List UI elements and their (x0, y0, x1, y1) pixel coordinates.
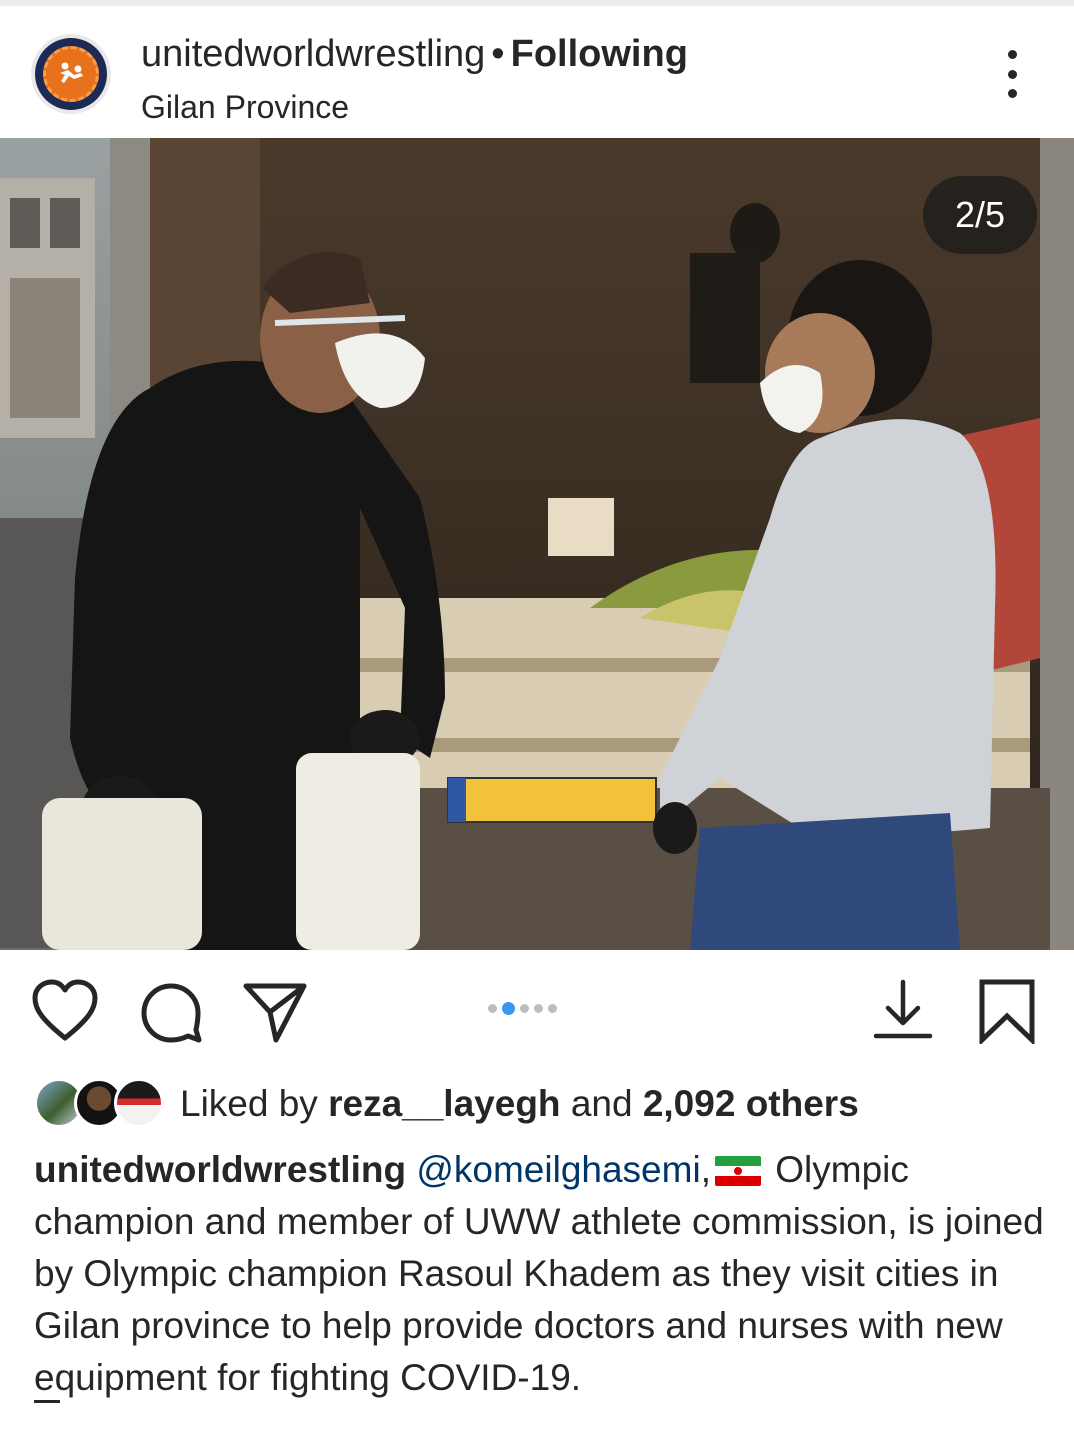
comment-button[interactable] (136, 978, 206, 1044)
carousel-indicator (488, 1000, 557, 1016)
caption-username[interactable]: unitedworldwrestling (34, 1149, 406, 1190)
carousel-dot (548, 1003, 557, 1013)
caption-dash (34, 1400, 60, 1403)
uww-logo (35, 38, 107, 110)
carousel-dot (534, 1003, 543, 1013)
username-line: unitedworldwrestling • Following (141, 32, 688, 76)
download-icon (873, 979, 933, 1039)
wrestlers-icon (60, 62, 83, 83)
bookmark-icon (979, 979, 1035, 1046)
comment-icon (141, 983, 202, 1043)
caption-comma: , (700, 1149, 711, 1190)
share-button[interactable] (240, 978, 310, 1044)
caption-mention[interactable]: @komeilghasemi (416, 1149, 700, 1190)
carousel-counter: 2/5 (923, 176, 1037, 254)
location-link[interactable]: Gilan Province (141, 88, 349, 126)
save-button[interactable] (972, 978, 1042, 1046)
download-button[interactable] (868, 978, 938, 1044)
likes-count[interactable]: 2,092 others (643, 1083, 859, 1124)
post-photo[interactable]: 2/5 (0, 138, 1074, 950)
liker-username[interactable]: reza__layegh (328, 1083, 560, 1124)
likes-row[interactable]: Liked by reza__layegh and 2,092 others (34, 1078, 1074, 1130)
liker-avatars (34, 1078, 164, 1128)
post-header: unitedworldwrestling • Following Gilan Pro… (0, 6, 1074, 138)
avatar (114, 1078, 164, 1128)
send-icon (243, 983, 307, 1043)
username-link[interactable]: unitedworldwrestling (141, 33, 485, 75)
carousel-dot-active (502, 1001, 515, 1015)
action-bar (0, 950, 1074, 1068)
more-dot-icon (1007, 50, 1017, 59)
like-button[interactable] (30, 978, 100, 1044)
post-image (0, 138, 1074, 950)
iran-flag-icon (714, 1156, 761, 1186)
more-options-button[interactable] (990, 44, 1034, 104)
heart-icon (32, 979, 98, 1041)
likes-text: Liked by reza__layegh and 2,092 others (180, 1082, 859, 1126)
carousel-dot (520, 1003, 529, 1013)
separator-dot: • (491, 33, 505, 75)
more-dot-icon (1007, 89, 1017, 98)
carousel-dot (488, 1003, 497, 1013)
more-dot-icon (1007, 69, 1017, 79)
following-button[interactable]: Following (511, 33, 688, 75)
likes-conjunction: and (570, 1083, 633, 1124)
post-caption: unitedworldwrestling @komeilghasemi, Oly… (34, 1144, 1054, 1404)
likes-prefix: Liked by (180, 1083, 318, 1124)
profile-avatar[interactable] (31, 34, 111, 114)
